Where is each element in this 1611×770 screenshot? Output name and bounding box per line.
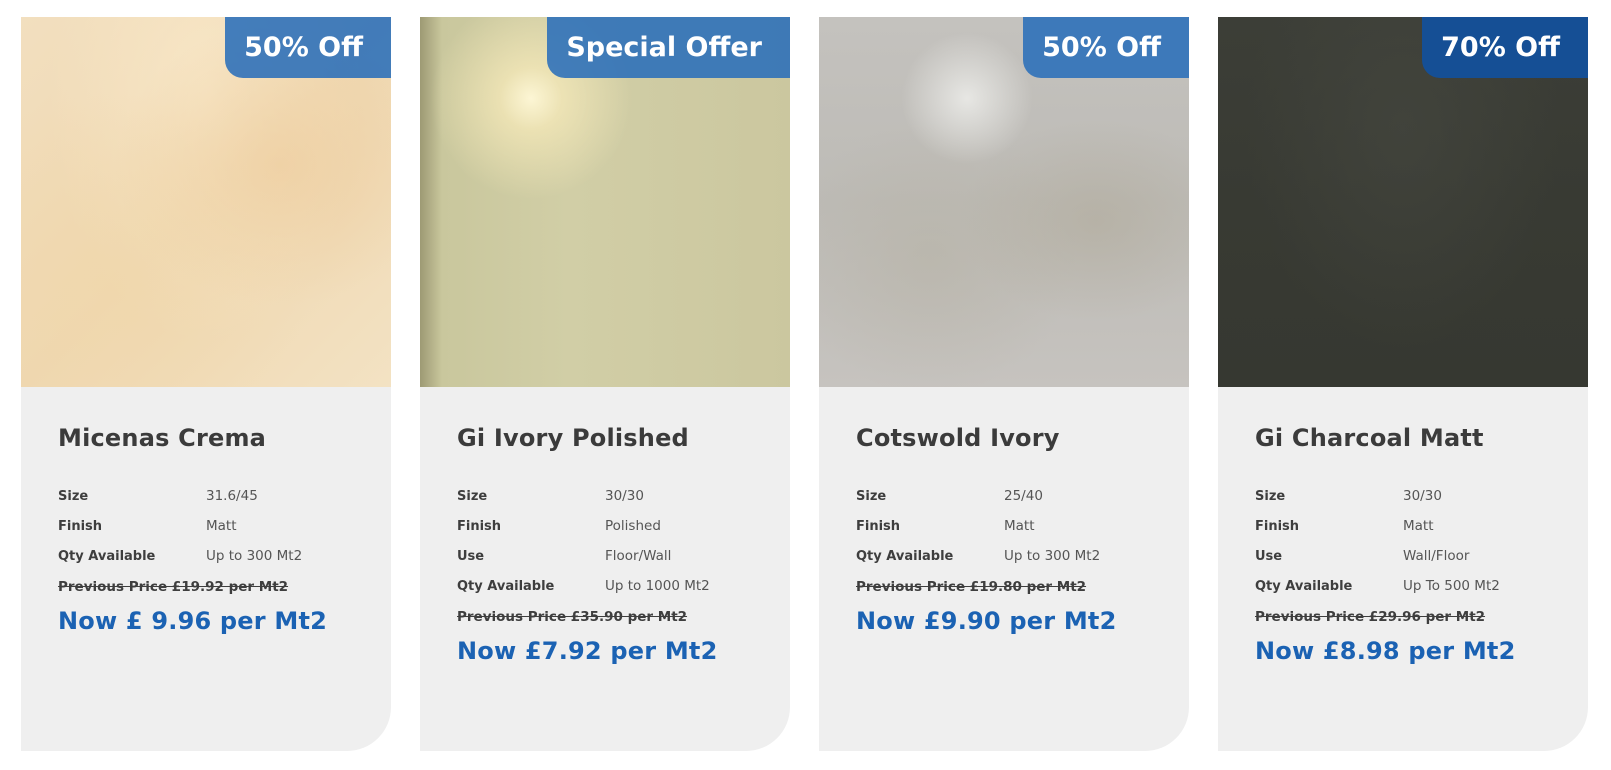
product-card-micenas-crema[interactable]: 50% Off Micenas Crema Size 31.6/45 Finis… xyxy=(21,17,391,751)
product-info: Gi Charcoal Matt Size 30/30 Finish Matt … xyxy=(1255,421,1568,665)
spec-row: Size 30/30 xyxy=(1255,481,1500,511)
spec-value: Matt xyxy=(206,518,237,534)
spec-row: Finish Matt xyxy=(58,511,302,541)
spec-label: Finish xyxy=(1255,518,1300,534)
spec-label: Finish xyxy=(856,518,901,534)
spec-table: Size 31.6/45 Finish Matt Qty Available U… xyxy=(58,481,302,571)
product-info: Gi Ivory Polished Size 30/30 Finish Poli… xyxy=(457,421,770,665)
product-card-gi-ivory-polished[interactable]: Special Offer Gi Ivory Polished Size 30/… xyxy=(420,17,790,751)
product-info: Cotswold Ivory Size 25/40 Finish Matt Qt… xyxy=(856,421,1169,635)
spec-row: Size 25/40 xyxy=(856,481,1100,511)
spec-value: 30/30 xyxy=(1403,488,1442,504)
current-price: Now £7.92 per Mt2 xyxy=(457,637,718,665)
spec-label: Finish xyxy=(58,518,103,534)
spec-row: Qty Available Up to 300 Mt2 xyxy=(856,541,1100,571)
discount-badge: 50% Off xyxy=(225,17,391,78)
product-grid: 50% Off Micenas Crema Size 31.6/45 Finis… xyxy=(0,0,1611,770)
spec-value: 30/30 xyxy=(605,488,644,504)
spec-table: Size 25/40 Finish Matt Qty Available Up … xyxy=(856,481,1100,571)
spec-row: Use Wall/Floor xyxy=(1255,541,1500,571)
spec-row: Finish Polished xyxy=(457,511,710,541)
discount-badge: 70% Off xyxy=(1422,17,1588,78)
spec-label: Finish xyxy=(457,518,502,534)
spec-value: Up to 300 Mt2 xyxy=(206,548,303,564)
spec-value: Matt xyxy=(1403,518,1434,534)
spec-label: Qty Available xyxy=(58,548,156,564)
spec-label: Size xyxy=(856,488,887,504)
spec-row: Size 31.6/45 xyxy=(58,481,302,511)
discount-badge: 50% Off xyxy=(1023,17,1189,78)
current-price: Now £ 9.96 per Mt2 xyxy=(58,607,328,635)
spec-label: Qty Available xyxy=(457,578,555,594)
spec-row: Use Floor/Wall xyxy=(457,541,710,571)
spec-label: Size xyxy=(457,488,488,504)
product-name[interactable]: Gi Ivory Polished xyxy=(457,421,770,455)
spec-table: Size 30/30 Finish Matt Use Wall/Floor Qt… xyxy=(1255,481,1500,601)
spec-row: Qty Available Up to 300 Mt2 xyxy=(58,541,302,571)
spec-row: Finish Matt xyxy=(1255,511,1500,541)
spec-label: Size xyxy=(1255,488,1286,504)
current-price: Now £9.90 per Mt2 xyxy=(856,607,1117,635)
product-name[interactable]: Gi Charcoal Matt xyxy=(1255,421,1568,455)
spec-label: Size xyxy=(58,488,89,504)
spec-value: Up to 300 Mt2 xyxy=(1004,548,1101,564)
product-name[interactable]: Cotswold Ivory xyxy=(856,421,1169,455)
spec-row: Size 30/30 xyxy=(457,481,710,511)
spec-label: Use xyxy=(1255,548,1283,564)
spec-row: Qty Available Up to 1000 Mt2 xyxy=(457,571,710,601)
product-name[interactable]: Micenas Crema xyxy=(58,421,371,455)
spec-row: Qty Available Up To 500 Mt2 xyxy=(1255,571,1500,601)
product-info: Micenas Crema Size 31.6/45 Finish Matt Q… xyxy=(58,421,371,635)
previous-price: Previous Price £19.80 per Mt2 xyxy=(856,579,1087,595)
previous-price: Previous Price £35.90 per Mt2 xyxy=(457,609,688,625)
spec-value: Matt xyxy=(1004,518,1035,534)
previous-price: Previous Price £19.92 per Mt2 xyxy=(58,579,289,595)
spec-label: Qty Available xyxy=(856,548,954,564)
product-card-gi-charcoal-matt[interactable]: 70% Off Gi Charcoal Matt Size 30/30 Fini… xyxy=(1218,17,1588,751)
spec-value: 25/40 xyxy=(1004,488,1043,504)
spec-value: Polished xyxy=(605,518,661,534)
spec-row: Finish Matt xyxy=(856,511,1100,541)
spec-label: Use xyxy=(457,548,485,564)
product-card-cotswold-ivory[interactable]: 50% Off Cotswold Ivory Size 25/40 Finish… xyxy=(819,17,1189,751)
spec-value: Up To 500 Mt2 xyxy=(1403,578,1500,594)
spec-value: Wall/Floor xyxy=(1403,548,1470,564)
current-price: Now £8.98 per Mt2 xyxy=(1255,637,1516,665)
previous-price: Previous Price £29.96 per Mt2 xyxy=(1255,609,1486,625)
spec-table: Size 30/30 Finish Polished Use Floor/Wal… xyxy=(457,481,710,601)
special-offer-badge: Special Offer xyxy=(547,17,790,78)
spec-label: Qty Available xyxy=(1255,578,1353,594)
spec-value: Floor/Wall xyxy=(605,548,672,564)
spec-value: Up to 1000 Mt2 xyxy=(605,578,710,594)
spec-value: 31.6/45 xyxy=(206,488,258,504)
